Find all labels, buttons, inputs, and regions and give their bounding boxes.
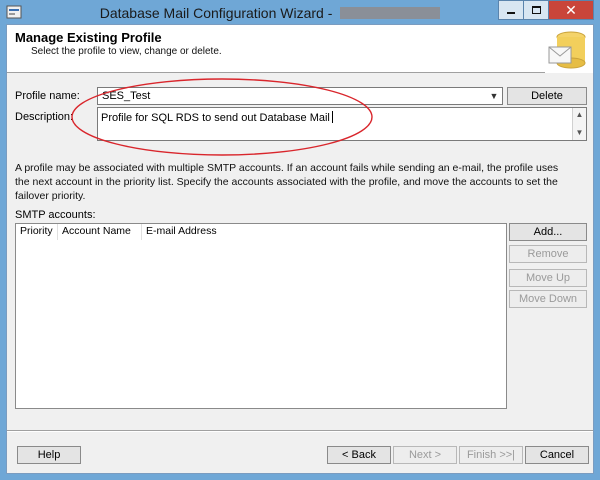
smtp-accounts-label: SMTP accounts:	[15, 209, 96, 221]
minimize-icon	[507, 12, 515, 14]
move-up-button[interactable]: Move Up	[509, 269, 587, 287]
database-mail-icon	[545, 25, 593, 73]
profile-name-value: SES_Test	[102, 90, 151, 102]
page-title: Manage Existing Profile	[15, 30, 162, 45]
description-value: Profile for SQL RDS to send out Database…	[101, 112, 330, 124]
chevron-down-icon[interactable]: ▼	[488, 90, 500, 102]
delete-button[interactable]: Delete	[507, 87, 587, 105]
description-label: Description:	[15, 111, 74, 123]
help-button[interactable]: Help	[17, 446, 81, 464]
footer-divider	[7, 430, 593, 432]
window-controls: ✕	[498, 0, 594, 20]
title-bar[interactable]: Database Mail Configuration Wizard - ✕	[0, 0, 600, 24]
add-button[interactable]: Add...	[509, 223, 587, 241]
column-header-account-name[interactable]: Account Name	[58, 224, 142, 240]
wizard-header: Manage Existing Profile Select the profi…	[7, 25, 593, 73]
back-button[interactable]: < Back	[327, 446, 391, 464]
next-button[interactable]: Next >	[393, 446, 457, 464]
profile-name-dropdown[interactable]: SES_Test ▼	[97, 87, 503, 105]
wizard-window: Database Mail Configuration Wizard - ✕ M…	[0, 0, 600, 480]
profile-name-label: Profile name:	[15, 90, 80, 102]
window-title-text: Database Mail Configuration Wizard -	[99, 5, 337, 21]
wizard-client-area: Manage Existing Profile Select the profi…	[6, 24, 594, 474]
minimize-button[interactable]	[498, 0, 524, 20]
text-caret	[331, 111, 333, 123]
scroll-up-icon[interactable]: ▲	[573, 108, 586, 121]
description-field[interactable]: Profile for SQL RDS to send out Database…	[97, 107, 587, 141]
close-icon: ✕	[565, 1, 577, 18]
close-button[interactable]: ✕	[548, 0, 594, 20]
move-down-button[interactable]: Move Down	[509, 290, 587, 308]
column-header-email-address[interactable]: E-mail Address	[142, 224, 506, 240]
cancel-button[interactable]: Cancel	[525, 446, 589, 464]
info-text: A profile may be associated with multipl…	[15, 162, 559, 202]
page-subtitle: Select the profile to view, change or de…	[31, 46, 222, 57]
column-header-priority[interactable]: Priority	[16, 224, 58, 240]
smtp-accounts-list[interactable]: Priority Account Name E-mail Address	[15, 223, 507, 409]
list-header: Priority Account Name E-mail Address	[16, 224, 506, 240]
description-text: Profile for SQL RDS to send out Database…	[101, 111, 333, 124]
remove-button[interactable]: Remove	[509, 245, 587, 263]
redacted-server-name	[340, 7, 441, 19]
maximize-button[interactable]	[523, 0, 549, 20]
description-scrollbar[interactable]: ▲ ▼	[572, 108, 586, 140]
scroll-down-icon[interactable]: ▼	[573, 126, 586, 139]
finish-button[interactable]: Finish >>|	[459, 446, 523, 464]
window-title: Database Mail Configuration Wizard -	[0, 5, 500, 21]
maximize-icon	[531, 6, 541, 14]
